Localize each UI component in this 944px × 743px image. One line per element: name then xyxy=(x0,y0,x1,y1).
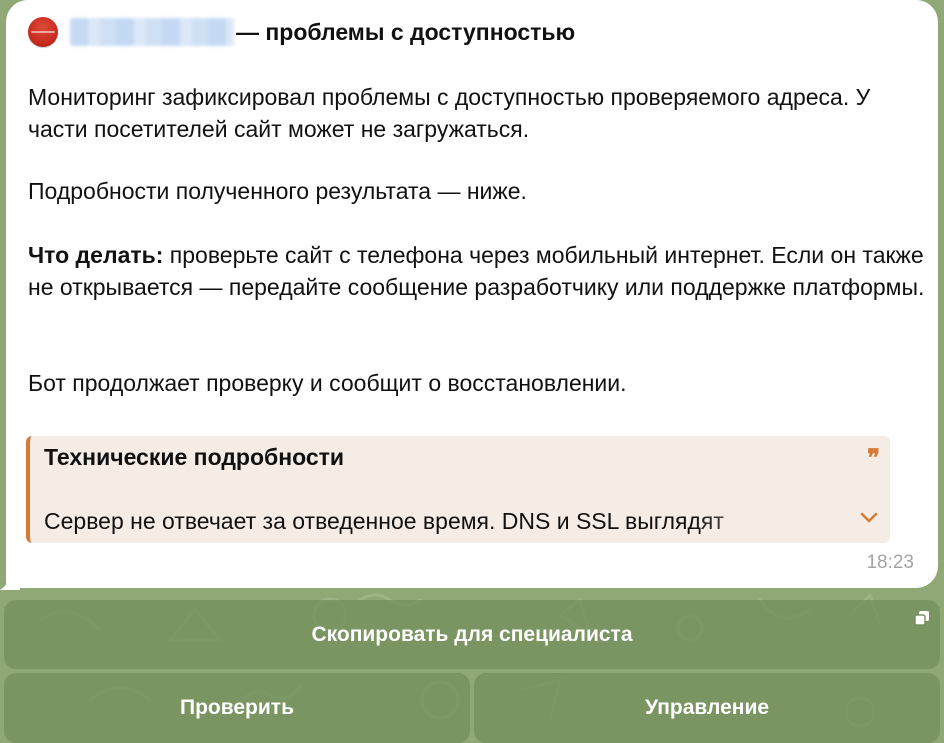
check-button[interactable]: Проверить xyxy=(4,673,470,743)
message-bubble: — проблемы с доступностью Мониторинг заф… xyxy=(6,0,938,588)
message-header: — проблемы с доступностью xyxy=(28,14,575,50)
paragraph-bot-status: Бот продолжает проверку и сообщит о восс… xyxy=(28,370,627,396)
copy-button-label: Скопировать для специалиста xyxy=(311,622,633,646)
redacted-site-name xyxy=(70,18,234,46)
copy-icon xyxy=(914,611,929,626)
check-button-label: Проверить xyxy=(180,696,294,719)
paragraph-what-to-do: Что делать: проверьте сайт с телефона че… xyxy=(28,239,928,303)
paragraph-intro: Мониторинг зафиксировал проблемы с досту… xyxy=(28,84,871,142)
what-to-do-label: Что делать: xyxy=(28,242,164,268)
manage-button[interactable]: Управление xyxy=(474,673,940,743)
quote-body: Сервер не отвечает за отведенное время. … xyxy=(44,508,724,534)
copy-for-specialist-button[interactable]: Скопировать для специалиста xyxy=(4,600,940,669)
what-to-do-text: проверьте сайт с телефона через мобильны… xyxy=(28,242,925,300)
red-circle-icon xyxy=(28,17,58,47)
message-title: — проблемы с доступностью xyxy=(236,18,576,45)
quote-title: Технические подробности xyxy=(44,444,345,470)
technical-details-quote[interactable]: Технические подробности ❞ Сервер не отве… xyxy=(26,436,890,543)
paragraph-details: Подробности полученного результата — ниж… xyxy=(28,178,527,204)
chevron-down-icon[interactable] xyxy=(860,512,878,524)
quote-icon: ❞ xyxy=(867,445,880,472)
message-time: 18:23 xyxy=(866,552,914,573)
manage-button-label: Управление xyxy=(644,696,770,719)
